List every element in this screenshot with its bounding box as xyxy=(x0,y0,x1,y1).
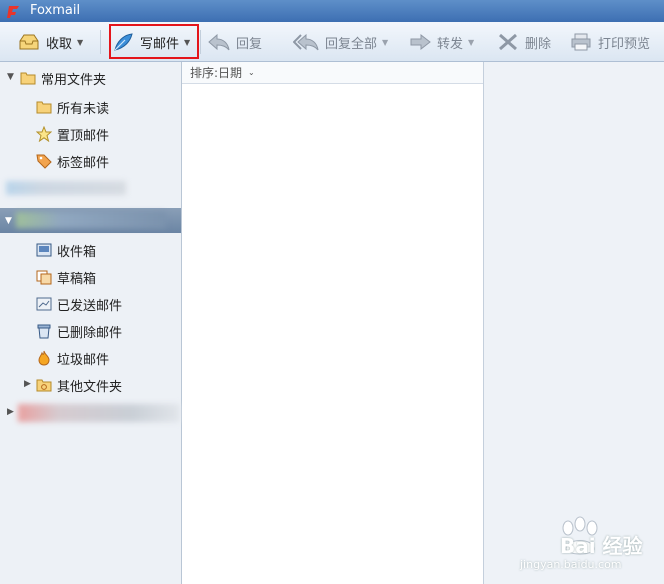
reply-label: 回复 xyxy=(236,36,263,52)
toolbar-divider xyxy=(100,30,101,54)
forward-label: 转发 xyxy=(437,36,464,52)
folder-junk[interactable]: 垃圾邮件 xyxy=(36,348,109,368)
sort-dropdown-icon[interactable]: ⌄ xyxy=(248,68,255,77)
folder-deleted[interactable]: 已删除邮件 xyxy=(36,321,122,341)
forward-button[interactable]: 转发 ▼ xyxy=(409,22,474,62)
folder-tagged[interactable]: 标签邮件 xyxy=(36,151,109,171)
folder-drafts-label: 草稿箱 xyxy=(57,271,97,287)
print-preview-label: 打印预览 xyxy=(598,36,651,52)
title-bar: Foxmail xyxy=(0,0,664,22)
folder-inbox[interactable]: 收件箱 xyxy=(36,240,96,260)
folder-tree: ▼ 常用文件夹 所有未读 置顶邮件 标签邮件 ▼ 收件箱 草稿箱 已发送邮件 已… xyxy=(0,62,182,584)
receive-label: 收取 xyxy=(46,36,73,52)
inbox-icon xyxy=(36,243,52,257)
mail-list-pane: 排序:日期 ⌄ xyxy=(182,62,484,584)
folder-pinned-label: 置顶邮件 xyxy=(57,128,110,144)
printer-icon xyxy=(571,33,591,51)
folder-other-label: 其他文件夹 xyxy=(57,379,123,395)
toolbar: 收取 ▼ 写邮件 ▼ 回复 回复全部 ▼ 转发 ▼ 删除 打印预览 xyxy=(0,22,664,62)
expand-triangle-icon[interactable]: ▶ xyxy=(24,379,31,389)
reply-all-button[interactable]: 回复全部 ▼ xyxy=(293,22,388,62)
folder-common-label: 常用文件夹 xyxy=(41,72,107,88)
folder-all-unread-label: 所有未读 xyxy=(57,101,110,117)
sent-mail-icon xyxy=(36,297,52,311)
sort-label: 排序:日期 xyxy=(190,66,243,80)
folder-common[interactable]: 常用文件夹 xyxy=(20,68,106,88)
delete-label: 删除 xyxy=(525,36,552,52)
collapse-triangle-icon[interactable]: ▼ xyxy=(7,72,14,82)
folder-drafts[interactable]: 草稿箱 xyxy=(36,267,96,287)
folder-other-icon xyxy=(36,379,52,392)
delete-button[interactable]: 删除 xyxy=(497,22,551,62)
folder-junk-label: 垃圾邮件 xyxy=(57,352,110,368)
reply-all-label: 回复全部 xyxy=(325,36,378,52)
watermark-url: jingyan.baidu.com xyxy=(520,558,622,571)
reply-arrow-icon xyxy=(208,33,230,51)
collapse-triangle-icon[interactable]: ▼ xyxy=(5,216,12,226)
sort-header[interactable]: 排序:日期 ⌄ xyxy=(182,62,483,84)
reply-all-dropdown-icon[interactable]: ▼ xyxy=(382,38,388,47)
foxmail-logo-icon xyxy=(7,6,19,18)
trash-bin-icon xyxy=(37,324,51,339)
drafts-icon xyxy=(36,270,52,285)
folder-pinned[interactable]: 置顶邮件 xyxy=(36,124,109,144)
inbox-tray-icon xyxy=(19,34,39,50)
folder-tagged-label: 标签邮件 xyxy=(57,155,110,171)
folder-all-unread[interactable]: 所有未读 xyxy=(36,97,109,117)
folder-other[interactable]: 其他文件夹 xyxy=(36,375,122,395)
reply-all-arrow-icon xyxy=(293,33,319,51)
junk-fire-icon xyxy=(38,350,50,366)
watermark-text: Bai 经验 xyxy=(560,534,643,558)
folder-sent[interactable]: 已发送邮件 xyxy=(36,294,122,314)
tag-icon xyxy=(36,154,52,169)
receive-button[interactable]: 收取 ▼ xyxy=(18,22,83,62)
account-name-blurred[interactable] xyxy=(6,181,126,195)
folder-icon xyxy=(20,72,36,85)
forward-dropdown-icon[interactable]: ▼ xyxy=(468,38,474,47)
receive-dropdown-icon[interactable]: ▼ xyxy=(77,38,83,47)
account-name-blurred xyxy=(16,212,166,228)
window-title: Foxmail xyxy=(30,3,81,18)
account-name-blurred[interactable] xyxy=(18,404,180,422)
compose-highlight-box xyxy=(109,24,199,59)
print-preview-button[interactable]: 打印预览 xyxy=(570,22,650,62)
folder-icon xyxy=(36,101,52,114)
expand-triangle-icon[interactable]: ▶ xyxy=(7,407,14,417)
toolbar-divider xyxy=(200,30,201,54)
folder-inbox-label: 收件箱 xyxy=(57,244,97,260)
delete-x-icon xyxy=(499,33,517,51)
folder-sent-label: 已发送邮件 xyxy=(57,298,123,314)
reply-button[interactable]: 回复 xyxy=(208,22,262,62)
folder-deleted-label: 已删除邮件 xyxy=(57,325,123,341)
star-icon xyxy=(36,126,52,142)
forward-arrow-icon xyxy=(410,33,431,51)
preview-pane xyxy=(484,62,664,584)
